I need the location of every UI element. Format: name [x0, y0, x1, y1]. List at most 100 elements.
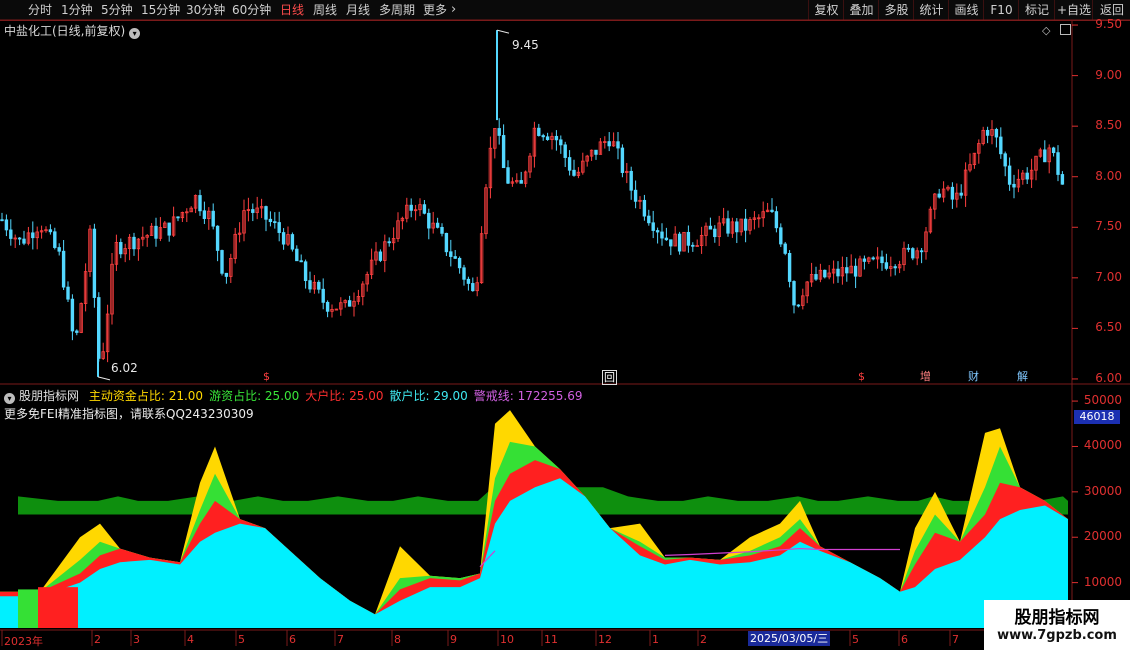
candle-body: [545, 136, 550, 140]
candle-body: [708, 225, 713, 230]
candle-body: [57, 247, 61, 252]
low-pointer: [97, 376, 111, 381]
indicator-tick-2: 30000: [1083, 483, 1122, 498]
candle-body: [559, 139, 563, 146]
candle-body: [1025, 172, 1029, 180]
candle-body: [563, 144, 567, 158]
candle-body: [119, 242, 123, 255]
candle-body: [862, 258, 867, 262]
low-price-label: 6.02: [111, 361, 138, 375]
candle-body: [871, 257, 875, 260]
candle-body: [691, 244, 695, 247]
candle-body: [999, 136, 1003, 155]
time-label-4: 5: [238, 633, 245, 646]
candle-body: [726, 218, 730, 234]
candle-body: [845, 267, 849, 274]
candle-body: [669, 239, 673, 247]
candle-body: [422, 204, 427, 214]
candle-body: [572, 169, 576, 176]
time-label-14: 5: [852, 633, 859, 646]
time-label-5: 6: [289, 633, 296, 646]
candle-body: [620, 147, 625, 173]
legend-item-3: 散户比: 29.00: [389, 389, 468, 403]
candle-body: [554, 135, 559, 141]
candle-body: [295, 248, 299, 262]
candle-body: [317, 281, 321, 290]
candle-body: [792, 281, 796, 306]
time-label-15: 6: [901, 633, 908, 646]
candle-body: [176, 216, 180, 219]
event-marker-0[interactable]: $: [263, 370, 270, 383]
candle-body: [224, 272, 229, 277]
candle-body: [457, 257, 462, 269]
candle-body: [497, 128, 501, 136]
candle-body: [959, 192, 963, 196]
candle-body: [154, 225, 158, 239]
indicator-area-series: [0, 410, 1068, 628]
event-marker-5[interactable]: 解: [1017, 370, 1028, 383]
time-label-7: 8: [394, 633, 401, 646]
candle-body: [1007, 165, 1012, 185]
price-tick-6: 6.50: [1095, 320, 1122, 335]
candlestick-series: [0, 118, 1065, 363]
candle-body: [198, 195, 202, 212]
event-marker-4[interactable]: 财: [968, 370, 979, 383]
candle-body: [53, 231, 57, 248]
candle-body: [251, 209, 255, 213]
indicator-axis-ticks: [1072, 400, 1078, 584]
candle-body: [303, 261, 308, 282]
candle-body: [633, 189, 638, 202]
watermark-title: 股朋指标网: [1014, 608, 1100, 628]
candle-body: [466, 278, 471, 284]
candle-body: [75, 330, 79, 333]
legend-item-1: 游资占比: 25.00: [209, 389, 300, 403]
candle-body: [985, 129, 990, 136]
indicator-tick-3: 20000: [1083, 529, 1122, 544]
event-marker-3[interactable]: 增: [920, 370, 931, 383]
candle-body: [607, 141, 611, 147]
contact-note: 更多免FEI精准指标图，请联系QQ243230309: [4, 407, 254, 421]
candle-body: [770, 209, 774, 212]
candle-body: [893, 266, 897, 269]
event-marker-2[interactable]: $: [858, 370, 865, 383]
candle-body: [1051, 147, 1056, 154]
candle-body: [743, 218, 748, 231]
candle-body: [325, 301, 330, 312]
candle-body: [783, 243, 787, 254]
indicator-name[interactable]: 股朋指标网: [19, 389, 79, 403]
candle-body: [567, 157, 572, 171]
candle-body: [642, 199, 647, 217]
candle-body: [92, 228, 97, 298]
candle-body: [594, 149, 598, 155]
chart-canvas: [0, 19, 1130, 646]
candle-body: [1056, 152, 1060, 175]
candle-body: [713, 228, 717, 238]
candle-body: [215, 225, 220, 251]
candle-body: [994, 129, 999, 138]
event-marker-1[interactable]: 回: [602, 370, 617, 385]
candle-body: [211, 210, 215, 227]
candle-body: [506, 167, 510, 184]
candle-body: [387, 241, 391, 244]
candle-body: [0, 219, 4, 222]
candle-body: [409, 204, 413, 211]
chevron-down-icon[interactable]: ▾: [4, 393, 15, 404]
indicator-legend: 主动资金占比: 21.00 游资占比: 25.00 大户比: 25.00 散户比: 2…: [89, 389, 589, 403]
candle-body: [61, 250, 66, 288]
candle-body: [779, 227, 783, 245]
indicator-tick-1: 40000: [1083, 438, 1122, 453]
candle-body: [1043, 149, 1047, 163]
price-tick-2: 8.50: [1095, 118, 1122, 133]
left-green-block: [18, 589, 38, 628]
watermark-logo: 股朋指标网 www.7gpzb.com: [984, 600, 1130, 650]
candle-body: [1060, 174, 1065, 185]
candle-body: [906, 247, 911, 250]
legend-item-4: 警戒线: 172255.69: [473, 389, 583, 403]
candle-body: [70, 298, 75, 332]
time-label-3: 4: [187, 633, 194, 646]
current-value-badge: 46018: [1074, 410, 1120, 424]
time-label-9: 10: [500, 633, 514, 646]
candle-body: [541, 135, 545, 138]
candle-body: [787, 252, 792, 282]
candle-body: [290, 234, 295, 250]
